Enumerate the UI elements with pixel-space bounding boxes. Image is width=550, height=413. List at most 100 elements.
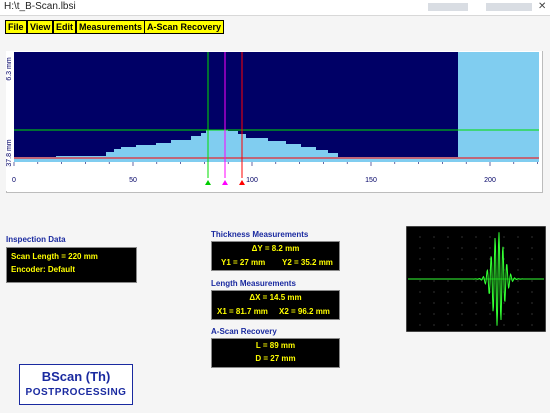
ascan-grid-dot [447, 313, 449, 315]
ascan-grid-dot [489, 236, 491, 238]
thickness-measurements-title: Thickness Measurements [211, 230, 309, 239]
ascan-grid-dot [517, 269, 519, 271]
ascan-grid-dot [489, 324, 491, 326]
menu-measurements[interactable]: Measurements [76, 20, 146, 34]
length-measurements-box: ΔX = 14.5 mm X1 = 81.7 mm X2 = 96.2 mm [211, 290, 340, 320]
delta-x-value: ΔX = 14.5 mm [249, 293, 302, 302]
ascan-grid-dot [531, 236, 533, 238]
ascan-grid-dot [447, 291, 449, 293]
ascan-grid-dot [447, 247, 449, 249]
ascan-grid-dot [475, 247, 477, 249]
ascan-grid-dot [517, 302, 519, 304]
ascan-grid-dot [461, 280, 463, 282]
ascan-grid-dot [531, 302, 533, 304]
ascan-grid-dot [531, 280, 533, 282]
ascan-grid-dot [447, 258, 449, 260]
y1-value: Y1 = 27 mm [221, 258, 266, 267]
close-icon[interactable]: ✕ [538, 1, 546, 12]
x-tick-label: 0 [12, 177, 16, 184]
ascan-grid-dot [461, 247, 463, 249]
y2-value: Y2 = 35.2 mm [282, 258, 333, 267]
ascan-grid-dot [517, 291, 519, 293]
menu-view[interactable]: View [27, 20, 54, 34]
logo-title: BScan (Th) [41, 369, 111, 384]
window-title: H:\t_B-Scan.lbsi [4, 1, 76, 12]
l-value: L = 89 mm [255, 341, 296, 350]
ascan-grid-dot [503, 313, 505, 315]
ascan-grid-dot [461, 324, 463, 326]
ascan-grid-dot [517, 280, 519, 282]
ascan-grid-dot [419, 280, 421, 282]
menu-ascan-recovery[interactable]: A-Scan Recovery [144, 20, 225, 34]
ascan-grid-dot [419, 324, 421, 326]
ascan-grid-dot [433, 313, 435, 315]
length-measurements-title: Length Measurements [211, 279, 296, 288]
ascan-grid-dot [433, 247, 435, 249]
titlebar-minimize-control[interactable] [428, 3, 468, 11]
ascan-grid-dot [419, 313, 421, 315]
encoder-value: Encoder: Default [11, 265, 76, 274]
title-bar: H:\t_B-Scan.lbsi ✕ [0, 0, 550, 16]
x-tick-label: 50 [129, 177, 137, 184]
ascan-grid-dot [475, 324, 477, 326]
logo-subtitle: POSTPROCESSING [25, 387, 127, 398]
inspection-data-box: Scan Length = 220 mm Encoder: Default [6, 247, 137, 283]
ascan-grid-dot [517, 313, 519, 315]
d-value: D = 27 mm [255, 354, 296, 363]
ascan-grid-dot [489, 313, 491, 315]
x1-value: X1 = 81.7 mm [217, 307, 268, 316]
ascan-grid-dot [475, 236, 477, 238]
ascan-grid-dot [419, 247, 421, 249]
ascan-grid-dot [517, 236, 519, 238]
thickness-measurements-box: ΔY = 8.2 mm Y1 = 27 mm Y2 = 35.2 mm [211, 241, 340, 271]
ascan-grid-dot [433, 258, 435, 260]
ascan-grid-dot [419, 302, 421, 304]
ascan-grid-dot [447, 280, 449, 282]
ascan-grid-dot [419, 236, 421, 238]
ascan-grid-dot [503, 324, 505, 326]
ascan-grid-dot [475, 280, 477, 282]
ascan-recovery-box: L = 89 mm D = 27 mm [211, 338, 340, 368]
ascan-grid-dot [475, 269, 477, 271]
ascan-grid-dot [461, 291, 463, 293]
ascan-grid-dot [419, 291, 421, 293]
ascan-grid-dot [531, 247, 533, 249]
ascan-grid-dot [531, 313, 533, 315]
ascan-grid-dot [489, 247, 491, 249]
x-tick-label: 200 [484, 177, 496, 184]
ascan-grid-dot [517, 258, 519, 260]
ascan-grid-dot [503, 236, 505, 238]
inspection-data-title: Inspection Data [6, 235, 66, 244]
bscan-plot[interactable]: 6.3 mm 37.8 mm 0 50 100 150 200 [6, 51, 542, 191]
ascan-grid-dot [461, 236, 463, 238]
ascan-grid-dot [517, 324, 519, 326]
menu-edit[interactable]: Edit [53, 20, 76, 34]
y-tick-label: 37.8 mm [6, 139, 13, 166]
ascan-grid-dot [433, 236, 435, 238]
menu-file[interactable]: File [5, 20, 27, 34]
bscan-unscanned-region [458, 52, 539, 162]
ascan-grid-dot [433, 269, 435, 271]
ascan-grid-dot [517, 247, 519, 249]
bscan-logo: BScan (Th) POSTPROCESSING [19, 364, 133, 405]
delta-y-value: ΔY = 8.2 mm [251, 244, 300, 253]
scan-length-value: Scan Length = 220 mm [11, 252, 98, 261]
ascan-grid-dot [447, 236, 449, 238]
ascan-grid-dot [447, 302, 449, 304]
ascan-waveform-display[interactable] [406, 226, 546, 332]
ascan-grid-dot [461, 313, 463, 315]
ascan-recovery-title: A-Scan Recovery [211, 327, 277, 336]
ascan-grid-dot [531, 324, 533, 326]
ascan-grid-dot [531, 291, 533, 293]
ascan-grid-dot [475, 258, 477, 260]
ascan-grid-dot [503, 247, 505, 249]
ascan-grid-dot [433, 324, 435, 326]
x-tick-label: 100 [246, 177, 258, 184]
x-tick-label: 150 [365, 177, 377, 184]
ascan-grid-dot [461, 302, 463, 304]
ascan-grid-dot [433, 291, 435, 293]
ascan-grid-dot [461, 269, 463, 271]
ascan-grid-dot [447, 324, 449, 326]
titlebar-maximize-control[interactable] [486, 3, 532, 11]
ascan-grid-dot [419, 258, 421, 260]
